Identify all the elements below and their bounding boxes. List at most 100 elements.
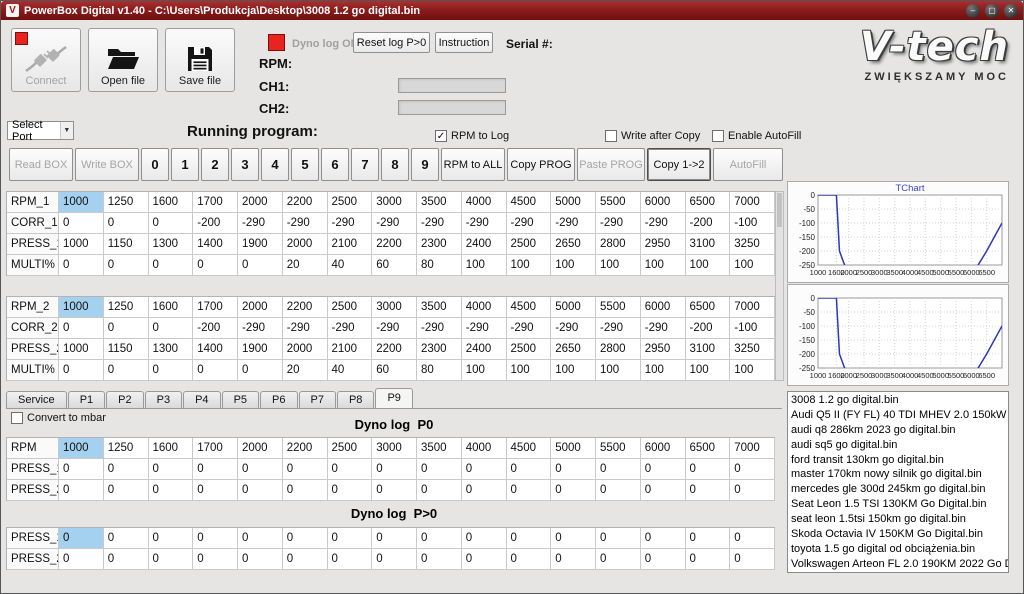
cell-MULTI%-9[interactable]: 100 (462, 360, 507, 381)
tab-p7[interactable]: P7 (299, 391, 336, 408)
cell-PRESS_1-13[interactable]: 0 (641, 528, 686, 549)
cell-PRESS_2-4[interactable]: 0 (238, 549, 283, 570)
cell-MULTI%-11[interactable]: 100 (551, 255, 596, 276)
cell-PRESS_2-7[interactable]: 0 (372, 480, 417, 501)
cell-PRESS_2-2[interactable]: 0 (149, 549, 194, 570)
cell-CORR_2-0[interactable]: 0 (59, 318, 104, 339)
cell-RPM_2-12[interactable]: 5500 (596, 297, 641, 318)
cell-CORR_2-8[interactable]: -290 (417, 318, 462, 339)
cell-PRESS_2-0[interactable]: 0 (59, 549, 104, 570)
cell-RPM-1[interactable]: 1250 (104, 438, 149, 459)
file-item[interactable]: Seat Leon 1.5 TSI 130KM Go Digital.bin (791, 497, 1005, 512)
cell-RPM_2-11[interactable]: 5000 (551, 297, 596, 318)
cell-CORR_2-9[interactable]: -290 (462, 318, 507, 339)
cell-MULTI%-4[interactable]: 0 (238, 255, 283, 276)
cell-PRESS_2-15[interactable]: 0 (730, 549, 775, 570)
cell-RPM_2-1[interactable]: 1250 (104, 297, 149, 318)
reset-log-button[interactable]: Reset log P>0 (353, 32, 430, 53)
cell-PRESS_1-15[interactable]: 3250 (730, 234, 775, 255)
cell-MULTI%-5[interactable]: 20 (283, 255, 328, 276)
cell-CORR_1-4[interactable]: -290 (238, 213, 283, 234)
cell-MULTI%-13[interactable]: 100 (641, 255, 686, 276)
cell-RPM_1-5[interactable]: 2200 (283, 192, 328, 213)
cell-MULTI%-5[interactable]: 20 (283, 360, 328, 381)
cell-PRESS_1-12[interactable]: 0 (596, 459, 641, 480)
cell-PRESS_1-6[interactable]: 0 (328, 459, 373, 480)
cell-MULTI%-6[interactable]: 40 (328, 255, 373, 276)
cell-RPM-3[interactable]: 1700 (193, 438, 238, 459)
cell-MULTI%-2[interactable]: 0 (149, 360, 194, 381)
tab-p3[interactable]: P3 (145, 391, 182, 408)
cell-RPM_1-2[interactable]: 1600 (149, 192, 194, 213)
cell-CORR_1-10[interactable]: -290 (507, 213, 552, 234)
cell-PRESS_2-10[interactable]: 2500 (507, 339, 552, 360)
digit-button-7[interactable]: 7 (351, 148, 379, 181)
copy-prog-button[interactable]: Copy PROG (507, 148, 575, 181)
cell-CORR_2-14[interactable]: -200 (686, 318, 731, 339)
cell-CORR_1-0[interactable]: 0 (59, 213, 104, 234)
cell-PRESS_1-3[interactable]: 0 (193, 528, 238, 549)
cell-CORR_1-12[interactable]: -290 (596, 213, 641, 234)
cell-CORR_2-11[interactable]: -290 (551, 318, 596, 339)
cell-MULTI%-9[interactable]: 100 (462, 255, 507, 276)
cell-PRESS_2-9[interactable]: 2400 (462, 339, 507, 360)
cell-MULTI%-12[interactable]: 100 (596, 255, 641, 276)
cell-PRESS_2-14[interactable]: 0 (686, 549, 731, 570)
cell-RPM_2-14[interactable]: 6500 (686, 297, 731, 318)
cell-PRESS_2-8[interactable]: 0 (417, 549, 462, 570)
cell-PRESS_1-11[interactable]: 0 (551, 459, 596, 480)
cell-PRESS_2-3[interactable]: 0 (193, 549, 238, 570)
cell-PRESS_1-7[interactable]: 2200 (372, 234, 417, 255)
file-item[interactable]: master 170km nowy silnik go digital.bin (791, 467, 1005, 482)
cell-PRESS_2-6[interactable]: 2100 (328, 339, 373, 360)
cell-CORR_1-11[interactable]: -290 (551, 213, 596, 234)
cell-MULTI%-0[interactable]: 0 (59, 360, 104, 381)
cell-CORR_1-13[interactable]: -290 (641, 213, 686, 234)
cell-PRESS_1-1[interactable]: 0 (104, 528, 149, 549)
cell-PRESS_1-9[interactable]: 0 (462, 459, 507, 480)
cell-PRESS_1-1[interactable]: 1150 (104, 234, 149, 255)
cell-MULTI%-11[interactable]: 100 (551, 360, 596, 381)
digit-button-8[interactable]: 8 (381, 148, 409, 181)
cell-PRESS_1-14[interactable]: 3100 (686, 234, 731, 255)
cell-PRESS_1-8[interactable]: 0 (417, 459, 462, 480)
cell-RPM_2-2[interactable]: 1600 (149, 297, 194, 318)
titlebar[interactable]: V PowerBox Digital v1.40 - C:\Users\Prod… (1, 1, 1023, 20)
cell-RPM_1-7[interactable]: 3000 (372, 192, 417, 213)
cell-PRESS_1-8[interactable]: 2300 (417, 234, 462, 255)
cell-MULTI%-14[interactable]: 100 (686, 360, 731, 381)
cell-PRESS_2-2[interactable]: 1300 (149, 339, 194, 360)
cell-RPM_2-6[interactable]: 2500 (328, 297, 373, 318)
digit-button-1[interactable]: 1 (171, 148, 199, 181)
cell-PRESS_1-2[interactable]: 0 (149, 459, 194, 480)
cell-PRESS_2-11[interactable]: 2650 (551, 339, 596, 360)
cell-PRESS_2-6[interactable]: 0 (328, 549, 373, 570)
cell-PRESS_1-10[interactable]: 2500 (507, 234, 552, 255)
cell-PRESS_2-0[interactable]: 0 (59, 480, 104, 501)
cell-PRESS_2-9[interactable]: 0 (462, 480, 507, 501)
cell-PRESS_2-2[interactable]: 0 (149, 480, 194, 501)
cell-RPM_1-6[interactable]: 2500 (328, 192, 373, 213)
tab-p6[interactable]: P6 (260, 391, 297, 408)
cell-PRESS_1-7[interactable]: 0 (372, 528, 417, 549)
cell-PRESS_2-1[interactable]: 0 (104, 480, 149, 501)
save-file-button[interactable]: Save file (165, 28, 235, 92)
cell-RPM_1-15[interactable]: 7000 (730, 192, 775, 213)
file-item[interactable]: Volkswagen Arteon FL 2.0 190KM 2022 Go D… (791, 557, 1005, 572)
cell-PRESS_2-10[interactable]: 0 (507, 480, 552, 501)
file-item[interactable]: seat leon 1.5tsi 150km go digital.bin (791, 512, 1005, 527)
rpm-to-all-button[interactable]: RPM to ALL (441, 148, 505, 181)
cell-CORR_1-7[interactable]: -290 (372, 213, 417, 234)
cell-RPM_2-3[interactable]: 1700 (193, 297, 238, 318)
cell-PRESS_1-2[interactable]: 1300 (149, 234, 194, 255)
cell-PRESS_2-9[interactable]: 0 (462, 549, 507, 570)
cell-RPM_2-4[interactable]: 2000 (238, 297, 283, 318)
cell-RPM_2-15[interactable]: 7000 (730, 297, 775, 318)
cell-RPM-15[interactable]: 7000 (730, 438, 775, 459)
tab-p2[interactable]: P2 (106, 391, 143, 408)
cell-MULTI%-3[interactable]: 0 (193, 360, 238, 381)
write-box-button[interactable]: Write BOX (75, 148, 139, 181)
open-file-button[interactable]: Open file (88, 28, 158, 92)
cell-RPM_2-5[interactable]: 2200 (283, 297, 328, 318)
cell-PRESS_2-8[interactable]: 0 (417, 480, 462, 501)
